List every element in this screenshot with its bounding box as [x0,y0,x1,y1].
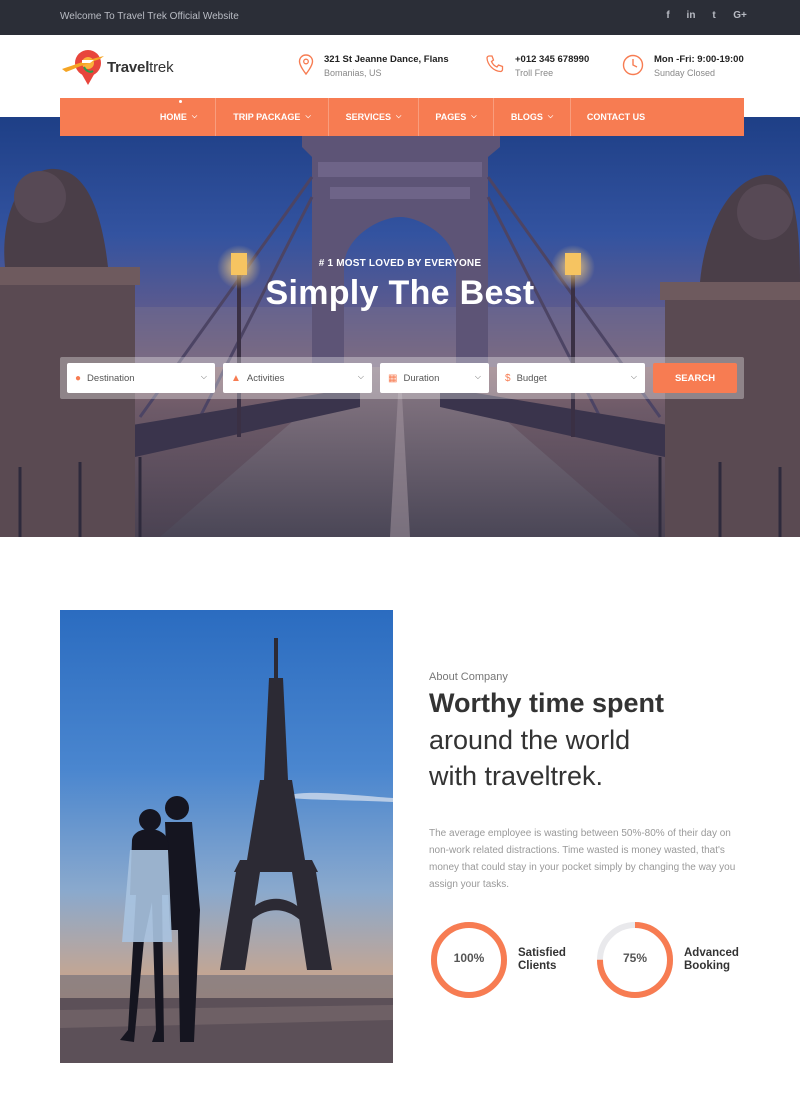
nav-trip-package[interactable]: TRIP PACKAGE ⌵ [216,98,329,136]
chevron-down-icon: ⌵ [305,113,311,120]
main-nav: HOME ⌵ TRIP PACKAGE ⌵ SERVICES ⌵ PAGES ⌵ BLO… [60,98,744,136]
mountain-icon: ▲ [231,372,241,384]
location-pin-icon [298,54,314,76]
hero-title: Simply The Best [265,274,535,312]
hero-background-image [0,117,800,537]
eiffel-tower-couple-image [60,610,393,1063]
budget-select[interactable]: $ Budget ⌵ [497,363,645,393]
nav-blogs[interactable]: BLOGS ⌵ [494,98,571,136]
address-info: 321 St Jeanne Dance, Flans Bomanias, US [298,53,449,80]
active-indicator [178,100,182,103]
nav-pages[interactable]: PAGES ⌵ [419,98,494,136]
chevron-down-icon: ⌵ [357,372,364,381]
hero-banner: # 1 MOST LOVED BY EVERYONE Simply The Be… [0,117,800,537]
chevron-down-icon: ⌵ [471,113,477,120]
address-line2: Bomanias, US [324,68,382,78]
linkedin-icon[interactable]: in [686,10,696,21]
phone-info: +012 345 678990 Troll Free [485,53,589,80]
hours-info: Mon -Fri: 9:00-19:00 Sunday Closed [622,53,744,80]
chevron-down-icon: ⌵ [191,113,198,120]
stat-label-line2: Clients [518,960,557,972]
stat-advanced-booking: 75% Advanced Booking [595,920,739,1000]
phone-icon [486,55,504,73]
stat-label-line2: Booking [684,960,730,972]
about-heading-line2: around the world [429,725,631,755]
phone-number[interactable]: +012 345 678990 [515,53,589,66]
logo-text: Traveltrek [107,58,174,76]
google-plus-icon[interactable]: G+ [732,10,748,21]
duration-select[interactable]: ▦ Duration ⌵ [380,363,489,393]
stat-satisfied-clients: 100% Satisfied Clients [429,920,566,1000]
social-links: f in t G+ [663,10,748,21]
phone-note: Troll Free [515,68,554,78]
hours-line2: Sunday Closed [654,68,716,78]
stat-label-line1: Advanced [684,947,739,959]
search-bar: ● Destination ⌵ ▲ Activities ⌵ ▦ Duratio… [60,357,744,399]
hours-line1: Mon -Fri: 9:00-19:00 [654,54,744,65]
twitter-icon[interactable]: t [709,10,719,21]
activities-select[interactable]: ▲ Activities ⌵ [223,363,372,393]
location-pin-icon: ● [75,372,82,384]
nav-contact-us[interactable]: CONTACT US [571,98,661,136]
about-paragraph: The average employee is wasting between … [429,828,736,890]
about-heading-line3: with traveltrek. [429,761,604,791]
stat-percent: 100% [453,951,485,965]
about-eyebrow: About Company [429,671,508,683]
calendar-icon: ▦ [388,372,398,384]
logo-icon [62,50,104,85]
hero-subtitle: # 1 MOST LOVED BY EVERYONE [318,258,482,269]
welcome-text: Welcome To Travel Trek Official Website [60,11,239,22]
address-line1: 321 St Jeanne Dance, Flans [324,54,449,65]
nav-home[interactable]: HOME ⌵ [142,98,216,136]
chevron-down-icon: ⌵ [396,113,402,120]
clock-icon [622,54,644,76]
chevron-down-icon: ⌵ [200,372,207,381]
dollar-icon: $ [505,372,511,384]
stat-percent: 75% [622,951,648,965]
logo[interactable]: Traveltrek [60,47,174,87]
chevron-down-icon: ⌵ [547,113,554,120]
about-heading-line1: Worthy time spent [429,688,665,718]
search-button[interactable]: SEARCH [653,363,737,393]
chevron-down-icon: ⌵ [630,372,637,381]
chevron-down-icon: ⌵ [474,372,481,381]
destination-select[interactable]: ● Destination ⌵ [67,363,215,393]
top-bar: Welcome To Travel Trek Official Website … [0,0,800,35]
stat-label-line1: Satisfied [518,947,566,959]
nav-services[interactable]: SERVICES ⌵ [329,98,419,136]
facebook-icon[interactable]: f [663,10,673,21]
